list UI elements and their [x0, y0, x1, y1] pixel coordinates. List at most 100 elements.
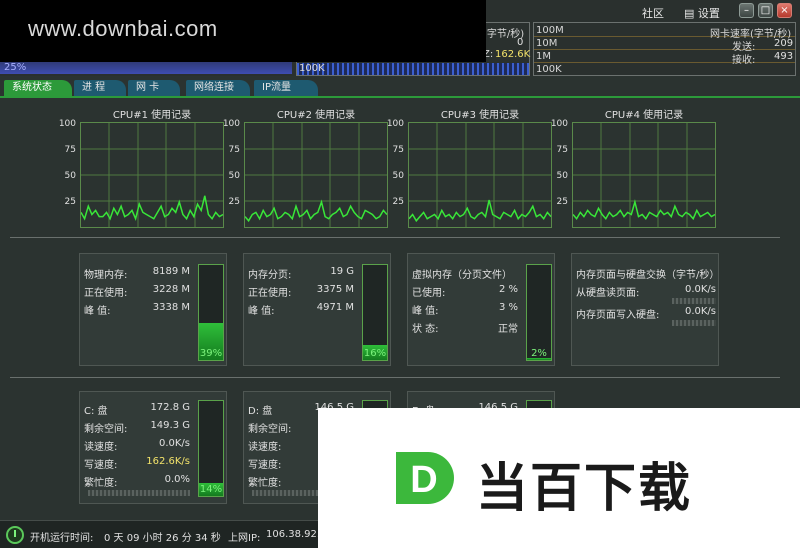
cpu-chart-title: CPU#1 使用记录 [112, 110, 192, 121]
cpu-axis-tick: 75 [556, 145, 568, 155]
paging-value: 19 G [330, 266, 354, 277]
cpu-history-graph [81, 123, 223, 227]
cpu-history-chart [572, 122, 716, 228]
cpu-history-graph [409, 123, 551, 227]
cpu-axis-tick: 100 [222, 119, 240, 129]
separator [10, 377, 780, 378]
virtual-label: 已使用: [412, 288, 446, 299]
nic-scale-2: 10M [536, 38, 558, 49]
watermark-text: www.downbai.com [28, 16, 218, 41]
watermark-overlay: www.downbai.com [0, 0, 486, 62]
nic-scale-4: 100K [536, 64, 562, 75]
swap-write-bar [672, 320, 716, 326]
virtual-label: 状 态: [412, 324, 439, 335]
cpu-axis-tick: 100 [386, 119, 404, 129]
virtual-memory-panel: 虚拟内存（分页文件） 已使用: 2 % 峰 值: 3 % 状 态: 正常 2% [407, 253, 555, 366]
cpu-axis-tick: 50 [64, 171, 76, 181]
nic-rate-panel: 100M 10M 1M 100K 网卡速率(字节/秒) 发送: 209 接收: … [533, 22, 796, 76]
brand-logo-icon: D [396, 452, 454, 504]
cpu-axis-tick: 25 [64, 197, 76, 207]
nic-scale-top: 100M [536, 25, 564, 36]
disk-c-label: 写速度: [84, 460, 118, 471]
tab-processes[interactable]: 进 程 [74, 80, 126, 96]
minimize-button[interactable]: – [739, 3, 754, 18]
memory-label: 正在使用: [84, 288, 128, 299]
cpu-chart-title: CPU#2 使用记录 [276, 110, 356, 121]
paging-value: 4971 M [316, 302, 354, 313]
disk-c-meter-percent: 14% [199, 484, 223, 495]
tab-ip-traffic[interactable]: IP流量 [254, 80, 318, 96]
settings-list-icon: ▤ [684, 7, 695, 20]
paging-value: 3375 M [316, 284, 354, 295]
brand-overlay: D 当百下载 [318, 408, 800, 548]
net-graph-strip [297, 63, 529, 75]
paging-label: 正在使用: [248, 288, 292, 299]
cpu-history-graph [573, 123, 715, 227]
nic-recv-value: 493 [774, 51, 794, 62]
settings-link[interactable]: ▤ 设置 [684, 5, 720, 21]
paging-meter: 16% [362, 264, 388, 361]
uptime-value: 0 天 09 小时 26 分 34 秒 [104, 533, 221, 544]
cpu-axis-tick: 50 [228, 171, 240, 181]
cpu-usage-percent: 25% [4, 62, 27, 73]
virtual-value: 2 % [498, 284, 518, 295]
tab-system-status[interactable]: 系统状态 [4, 80, 72, 96]
tab-connections[interactable]: 网络连接 [186, 80, 250, 96]
cpu-usage-line [245, 199, 387, 223]
cpu-usage-line [81, 195, 223, 222]
close-button[interactable]: × [777, 3, 792, 18]
memory-value: 8189 M [152, 266, 190, 277]
cpu-axis-tick: 75 [228, 145, 240, 155]
ip-value: 106.38.92. [266, 529, 321, 540]
memory-meter: 39% [198, 264, 224, 361]
disk-c-write-speed: 162.6K/s [146, 456, 190, 467]
cpu-history-graph [245, 123, 387, 227]
virtual-value: 正常 [498, 324, 518, 335]
virtual-meter-percent: 2% [531, 348, 547, 359]
cpu-history-chart [408, 122, 552, 228]
cpu-usage-line [409, 199, 551, 223]
cpu-axis-tick: 50 [556, 171, 568, 181]
cpu-axis-tick: 100 [550, 119, 568, 129]
community-link[interactable]: 社区 [642, 5, 664, 21]
disk-c-label: 繁忙度: [84, 478, 118, 489]
ip-label: 上网IP: [228, 533, 261, 544]
virtual-value: 3 % [498, 302, 518, 313]
swap-read-label: 从硬盘读页面: [576, 288, 640, 299]
net-value-1: 0 [517, 37, 524, 48]
swap-read-value: 0.0K/s [684, 284, 716, 295]
uptime-label: 开机运行时间: [30, 533, 94, 544]
swap-read-bar [672, 298, 716, 304]
disk-c-value: 0.0% [164, 474, 190, 485]
cpu-history-chart [244, 122, 388, 228]
power-icon [6, 526, 24, 544]
page-swap-panel: 内存页面与硬盘交换（字节/秒） 从硬盘读页面: 0.0K/s 内存页面写入硬盘:… [571, 253, 719, 366]
paging-label: 峰 值: [248, 306, 275, 317]
disk-c-meter: 14% [198, 400, 224, 497]
disk-d-label: 读速度: [248, 442, 282, 453]
maximize-button[interactable]: □ [758, 3, 773, 18]
cpu-axis-tick: 25 [228, 197, 240, 207]
cpu-usage-line [573, 199, 715, 221]
separator [10, 237, 780, 238]
disk-c-label: C: 盘 [84, 406, 108, 417]
disk-d-label: D: 盘 [248, 406, 273, 417]
cpu-chart-title: CPU#4 使用记录 [604, 110, 684, 121]
swap-title: 内存页面与硬盘交换（字节/秒） [576, 270, 720, 281]
nic-scale-3: 1M [536, 51, 551, 62]
paging-meter-percent: 16% [363, 348, 387, 359]
memory-label: 峰 值: [84, 306, 111, 317]
disk-c-value: 0.0K/s [158, 438, 190, 449]
tab-nic[interactable]: 网 卡 [128, 80, 180, 96]
nic-recv-label: 接收: [732, 55, 756, 66]
cpu-chart-title: CPU#3 使用记录 [440, 110, 520, 121]
disk-c-value: 172.8 G [150, 402, 190, 413]
cpu-axis-tick: 25 [556, 197, 568, 207]
virtual-label: 峰 值: [412, 306, 439, 317]
nic-send-value: 209 [774, 38, 794, 49]
cpu-axis-tick: 75 [64, 145, 76, 155]
virtual-meter: 2% [526, 264, 552, 361]
net-scale-label: 100K [299, 63, 325, 74]
disk-c-label: 剩余空间: [84, 424, 128, 435]
memory-meter-percent: 39% [199, 348, 223, 359]
